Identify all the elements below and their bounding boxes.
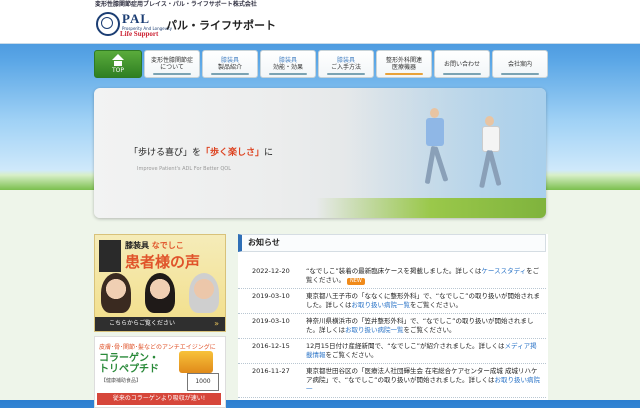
news-date: 2016-12-15 (252, 342, 290, 350)
sidebar: 膝装具 なでしこ 患者様の声 こちらからご覧ください 皮膚･骨･関節･髪などのア… (94, 234, 226, 408)
hero-banner: 「歩ける喜び」を「歩く楽しさ」に Improve Patient's ADL F… (94, 88, 546, 218)
badge-1000: 1000 (187, 373, 219, 391)
nav-contact[interactable]: お問い合わせ (434, 50, 490, 78)
nav-top[interactable]: TOP (94, 50, 142, 78)
nav-effects[interactable]: 膝装具 効能・効果 (260, 50, 316, 78)
patient-voice-link[interactable]: こちらからご覧ください (95, 317, 225, 331)
company-emblem-icon[interactable] (96, 12, 120, 36)
nav-medical-devices[interactable]: 整形外科関連 医療機器 (376, 50, 432, 78)
news-item: 2016-12-15 12月15日付け産経新聞で、“なでしこ”が紹介されました。… (238, 339, 546, 364)
news-date: 2016-11-27 (252, 367, 290, 375)
main-nav: TOP 変形性膝関節症 について 膝装具 製品紹介 膝装具 効能・効果 膝装具 ご入手… (94, 50, 548, 78)
news-section: お知らせ 2022-12-20 “なでしこ”装着の最新臨床ケースを掲載しました。… (238, 234, 548, 400)
nav-about-knee[interactable]: 変形性膝関節症 について (144, 50, 200, 78)
site-header: PAL Prosperity And Longevity Life Suppor… (0, 10, 640, 44)
news-heading: お知らせ (238, 234, 546, 252)
news-link[interactable]: お取り扱い病院一覧 (352, 301, 411, 309)
nav-products[interactable]: 膝装具 製品紹介 (202, 50, 258, 78)
top-strip-text: 変形性膝関節症用ブレイス・パル・ライフサポート株式会社 (95, 1, 257, 8)
news-item: 2022-12-20 “なでしこ”装着の最新臨床ケースを掲載しました。詳しくはケ… (238, 264, 546, 289)
logo-life-support: Life Support (120, 30, 159, 38)
patient-photo-1 (101, 273, 131, 313)
patient-photo-2 (145, 273, 175, 313)
patient-voice-banner[interactable]: 膝装具 なでしこ 患者様の声 こちらからご覧ください (94, 234, 226, 332)
hero-tagline: 「歩ける喜び」を「歩く楽しさ」に (129, 148, 274, 158)
collagen-banner[interactable]: 皮膚･骨･関節･髪などのアンチエイジングに コラーゲン・ トリペプチド 【健康補助… (94, 336, 226, 408)
logo-pal[interactable]: PAL (122, 11, 150, 27)
top-strip: 変形性膝関節症用ブレイス・パル・ライフサポート株式会社 (0, 0, 640, 10)
news-item: 2019-03-10 神奈川県横浜市の「笠井整形外科」で、“なでしこ”の取り扱い… (238, 314, 546, 339)
knee-brace-image (99, 240, 121, 272)
nav-how-to-get[interactable]: 膝装具 ご入手方法 (318, 50, 374, 78)
collagen-product-image (179, 351, 213, 373)
collagen-tagline: 従来のコラーゲンより吸収が速い! (97, 393, 221, 405)
news-item: 2016-11-27 東京都世田谷区の「医療法人社団輝生会 在宅総合ケアセンター… (238, 364, 546, 398)
news-list: 2022-12-20 “なでしこ”装着の最新臨床ケースを掲載しました。詳しくはケ… (238, 264, 546, 398)
hero-english: Improve Patient's ADL For Better QOL (137, 166, 231, 172)
new-badge: NEW (347, 278, 365, 285)
news-item: 2019-03-10 東京都八王子市の「ななくに整形外科」で、“なでしこ”の取り… (238, 289, 546, 314)
company-name[interactable]: パル・ライフサポート (166, 17, 276, 33)
news-link[interactable]: ケーススタディ (481, 267, 526, 275)
news-date: 2019-03-10 (252, 292, 290, 300)
news-date: 2019-03-10 (252, 317, 290, 325)
news-date: 2022-12-20 (252, 267, 290, 275)
news-link[interactable]: お取り扱い病院一覧 (345, 326, 404, 334)
nav-company[interactable]: 会社案内 (492, 50, 548, 78)
patient-photo-3 (189, 273, 219, 313)
home-icon (112, 54, 124, 60)
